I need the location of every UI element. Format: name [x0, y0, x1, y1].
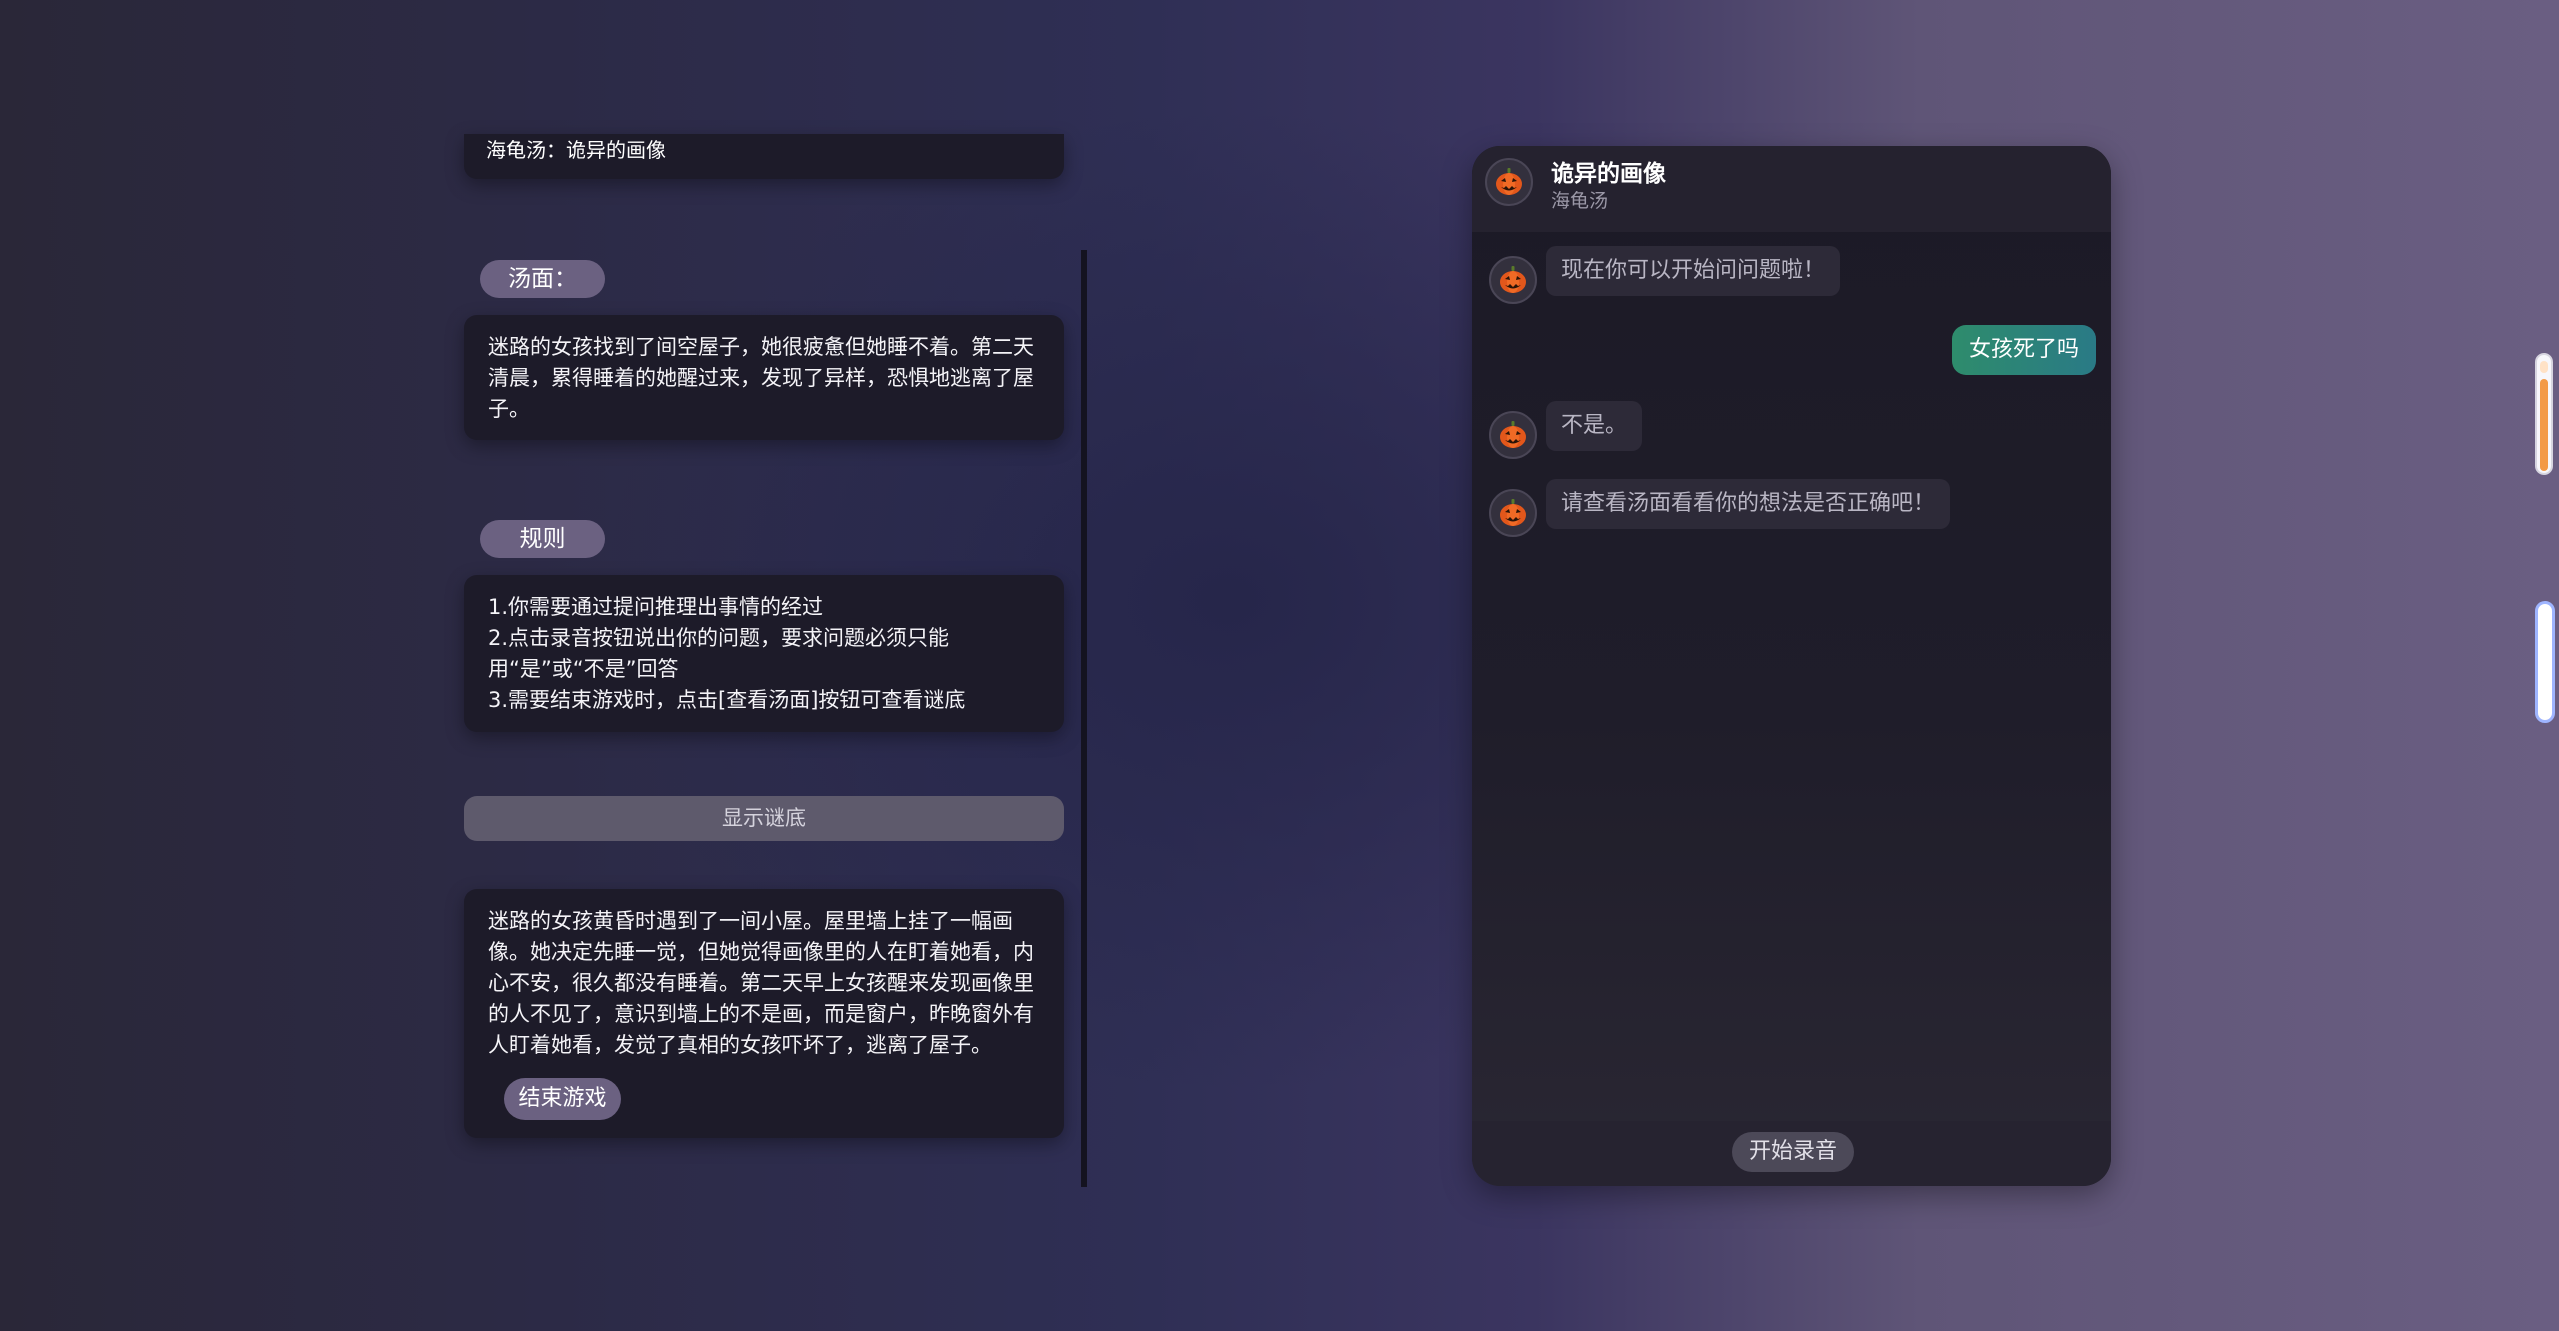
- chat-subtitle: 海龟汤: [1551, 190, 1609, 212]
- chat-header: 诡异的画像 海龟汤: [1472, 146, 2111, 232]
- soup-card: 迷路的女孩找到了间空屋子，她很疲惫但她睡不着。第二天清晨，累得睡着的她醒过来，发…: [464, 315, 1064, 440]
- title-card: 海龟汤：诡异的画像: [464, 134, 1064, 179]
- rules-label: 规则: [480, 520, 605, 558]
- scrollbar-fill: [2540, 379, 2548, 471]
- scrollbar-thumb[interactable]: [2535, 353, 2553, 475]
- side-handle[interactable]: [2535, 601, 2555, 723]
- chat-footer: 开始录音: [1472, 1121, 2111, 1186]
- answer-text: 迷路的女孩黄昏时遇到了一间小屋。屋里墙上挂了一幅画像。她决定先睡一觉，但她觉得画…: [488, 909, 1034, 1057]
- panel-divider: [1081, 250, 1087, 1187]
- chat-message-user: 女孩死了吗: [1951, 325, 2096, 375]
- answer-card: 迷路的女孩黄昏时遇到了一间小屋。屋里墙上挂了一幅画像。她决定先睡一觉，但她觉得画…: [464, 889, 1064, 1138]
- scrollbar-cap: [2540, 361, 2548, 373]
- soup-label: 汤面：: [480, 260, 605, 298]
- chat-window: 诡异的画像 海龟汤 现在你可以开始问问题啦！ 女孩死了吗 不是。 请查看汤面看看…: [1472, 146, 2111, 1186]
- rule-item: 3.需要结束游戏时，点击[查看汤面]按钮可查看谜底: [488, 688, 966, 712]
- rules-list: 1.你需要通过提问推理出事情的经过 2.点击录音按钮说出你的问题，要求问题必须只…: [488, 592, 1043, 716]
- chat-message-bot: 现在你可以开始问问题啦！: [1546, 246, 1841, 296]
- end-game-button[interactable]: 结束游戏: [504, 1078, 621, 1120]
- chat-message-bot: 请查看汤面看看你的想法是否正确吧！: [1546, 479, 1951, 529]
- reveal-answer-button[interactable]: 显示谜底: [464, 796, 1064, 841]
- jack-o-lantern-icon: [1489, 489, 1537, 537]
- title-card-text: 海龟汤：诡异的画像: [486, 138, 666, 162]
- chat-message-bot: 不是。: [1546, 401, 1643, 451]
- soup-text: 迷路的女孩找到了间空屋子，她很疲惫但她睡不着。第二天清晨，累得睡着的她醒过来，发…: [488, 335, 1034, 421]
- start-recording-button[interactable]: 开始录音: [1732, 1132, 1854, 1172]
- rule-item: 2.点击录音按钮说出你的问题，要求问题必须只能用“是”或“不是”回答: [488, 626, 950, 681]
- jack-o-lantern-icon: [1485, 158, 1533, 206]
- rules-card: 1.你需要通过提问推理出事情的经过 2.点击录音按钮说出你的问题，要求问题必须只…: [464, 575, 1064, 732]
- jack-o-lantern-icon: [1489, 256, 1537, 304]
- jack-o-lantern-icon: [1489, 411, 1537, 459]
- rule-item: 1.你需要通过提问推理出事情的经过: [488, 595, 824, 619]
- chat-title: 诡异的画像: [1551, 161, 1666, 187]
